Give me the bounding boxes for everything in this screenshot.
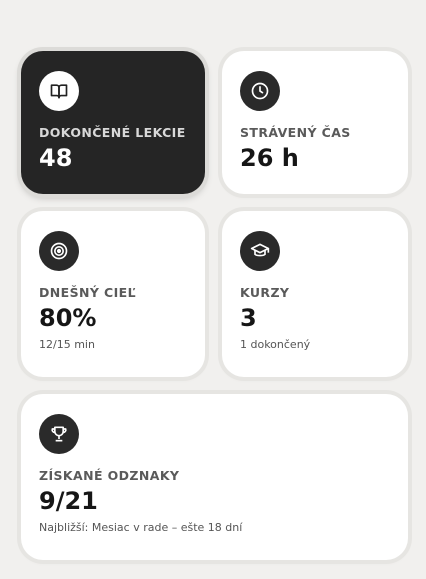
- stat-label: KURZY: [240, 285, 290, 300]
- stat-value: 9/21: [39, 487, 98, 515]
- stat-subtext: 1 dokončený: [240, 338, 311, 351]
- stat-card-completed-lessons: DOKONČENÉ LEKCIE 48: [21, 51, 205, 194]
- graduation-cap-icon: [240, 231, 280, 271]
- stat-label: DNEŠNÝ CIEĽ: [39, 285, 136, 300]
- stat-label: ZÍSKANÉ ODZNAKY: [39, 468, 180, 483]
- stat-card-daily-goal: DNEŠNÝ CIEĽ 80% 12/15 min: [21, 211, 205, 377]
- stat-value: 26 h: [240, 144, 299, 172]
- stat-card-time-spent: STRÁVENÝ ČAS 26 h: [222, 51, 408, 194]
- book-icon: [39, 71, 79, 111]
- trophy-icon: [39, 414, 79, 454]
- stat-value: 48: [39, 144, 73, 172]
- stat-value: 3: [240, 304, 257, 332]
- stat-label: STRÁVENÝ ČAS: [240, 125, 351, 140]
- clock-icon: [240, 71, 280, 111]
- stat-subtext: Najbližší: Mesiac v rade – ešte 18 dní: [39, 521, 243, 534]
- stat-subtext: 12/15 min: [39, 338, 95, 351]
- stat-label: DOKONČENÉ LEKCIE: [39, 125, 186, 140]
- stat-card-badges: ZÍSKANÉ ODZNAKY 9/21 Najbližší: Mesiac v…: [21, 394, 408, 560]
- target-icon: [39, 231, 79, 271]
- stat-value: 80%: [39, 304, 97, 332]
- stat-card-courses: KURZY 3 1 dokončený: [222, 211, 408, 377]
